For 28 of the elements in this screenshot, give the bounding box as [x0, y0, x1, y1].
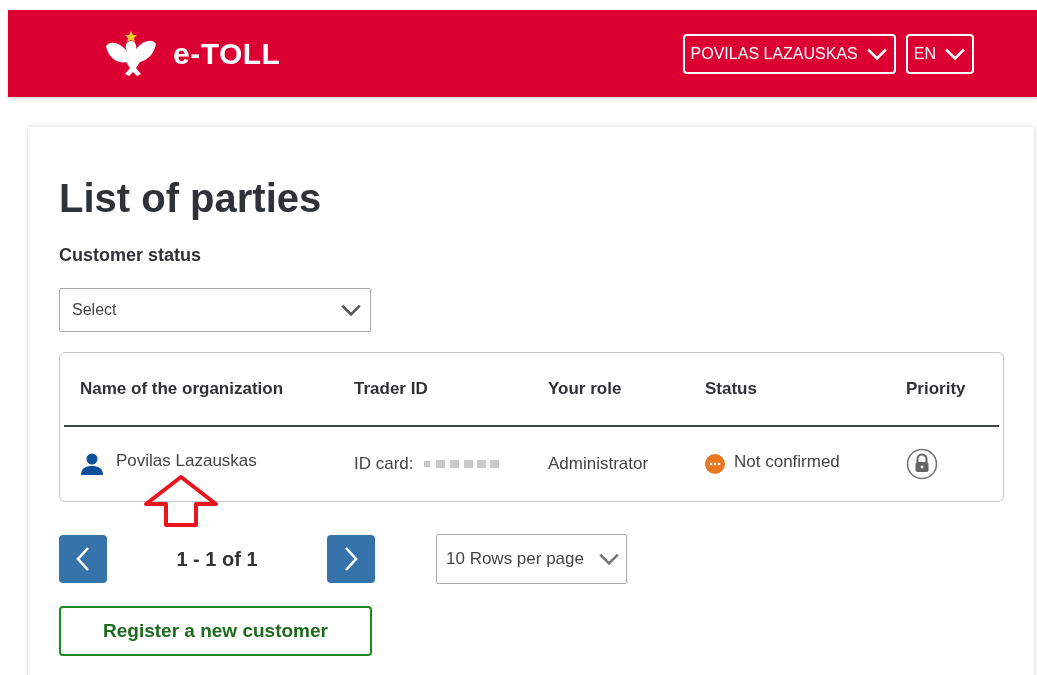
person-icon	[80, 453, 104, 475]
column-header: Status	[705, 379, 758, 399]
chevron-left-icon	[75, 546, 91, 572]
page-range: 1 - 1 of 1	[175, 547, 259, 571]
rows-per-page-select[interactable]: 10 Rows per page	[436, 534, 627, 584]
column-header: Your role	[548, 379, 623, 399]
filter-label: Customer status	[59, 245, 203, 266]
lock-icon	[906, 448, 938, 480]
trader-id: ID card:	[354, 454, 414, 474]
status-text: Not confirmed	[734, 452, 840, 472]
chevron-down-icon	[598, 552, 620, 566]
user-menu-dropdown[interactable]: POVILAS LAZAUSKAS	[682, 33, 896, 74]
column-header: Name of the organization	[80, 379, 285, 399]
chevron-down-icon	[865, 46, 888, 61]
column-header: Trader ID	[354, 379, 429, 399]
language-dropdown[interactable]: EN	[905, 33, 974, 74]
register-customer-button[interactable]: Register a new customer	[59, 606, 372, 656]
page-title: List of parties	[59, 175, 323, 221]
chevron-down-icon	[340, 303, 362, 317]
logo-text: e-TOLL	[173, 36, 281, 71]
chevron-right-icon	[343, 546, 359, 572]
previous-page-button[interactable]	[59, 535, 107, 583]
column-header: Priority	[906, 379, 967, 399]
role-text: Administrator	[548, 454, 650, 474]
customer-status-select[interactable]: Select	[59, 288, 371, 332]
organization-name[interactable]: Povilas Lazauskas	[116, 451, 257, 471]
next-page-button[interactable]	[327, 535, 375, 583]
chevron-down-icon	[944, 46, 966, 61]
